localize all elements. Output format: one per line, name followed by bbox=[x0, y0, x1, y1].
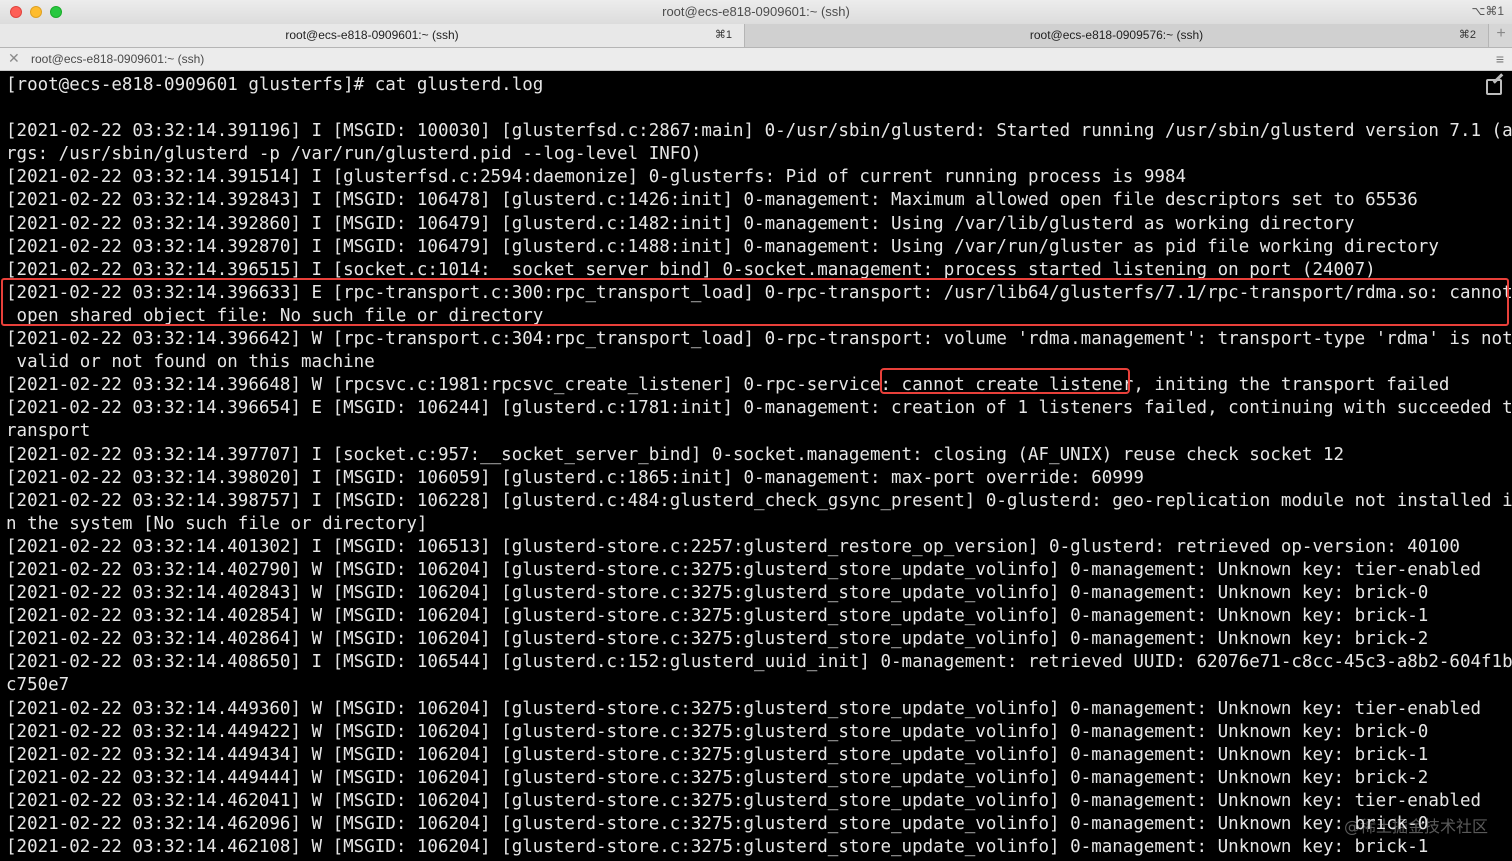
terminal-line: ransport bbox=[6, 421, 91, 442]
terminal-line: [2021-02-22 03:32:14.408650] I [MSGID: 1… bbox=[6, 652, 1512, 673]
listener-highlight-box bbox=[880, 368, 1130, 394]
terminal-line: [2021-02-22 03:32:14.398020] I [MSGID: 1… bbox=[6, 467, 1144, 488]
terminal-line: [2021-02-22 03:32:14.396654] E [MSGID: 1… bbox=[6, 398, 1512, 419]
tab-shortcut: ⌘2 bbox=[1458, 29, 1476, 41]
tab-session-2[interactable]: root@ecs-e818-0909576:~ (ssh) ⌘2 bbox=[745, 24, 1489, 47]
watermark: @稀土掘金技术社区 bbox=[1343, 817, 1488, 836]
terminal-line: [2021-02-22 03:32:14.462108] W [MSGID: 1… bbox=[6, 837, 1429, 858]
terminal-line: [2021-02-22 03:32:14.392870] I [MSGID: 1… bbox=[6, 236, 1439, 257]
terminal-line: [2021-02-22 03:32:14.392860] I [MSGID: 1… bbox=[6, 213, 1355, 234]
terminal-line: [2021-02-22 03:32:14.402843] W [MSGID: 1… bbox=[6, 583, 1429, 604]
error-highlight-box bbox=[1, 278, 1509, 326]
new-tab-button[interactable]: + bbox=[1490, 25, 1512, 43]
terminal-line: [2021-02-22 03:32:14.398757] I [MSGID: 1… bbox=[6, 490, 1512, 511]
session-title: root@ecs-e818-0909601:~ (ssh) bbox=[31, 52, 205, 66]
tab-label: root@ecs-e818-0909601:~ (ssh) bbox=[285, 28, 459, 42]
terminal-line: [2021-02-22 03:32:14.462041] W [MSGID: 1… bbox=[6, 790, 1482, 811]
terminal-line: c750e7 bbox=[6, 675, 70, 696]
window-title: root@ecs-e818-0909601:~ (ssh) bbox=[662, 4, 850, 19]
terminal-line: valid or not found on this machine bbox=[6, 352, 375, 373]
terminal-line: rgs: /usr/sbin/glusterd -p /var/run/glus… bbox=[6, 144, 702, 165]
window-shortcut: ⌥⌘1 bbox=[1471, 4, 1504, 18]
terminal-line: [2021-02-22 03:32:14.402854] W [MSGID: 1… bbox=[6, 606, 1429, 627]
tab-label: root@ecs-e818-0909576:~ (ssh) bbox=[1029, 28, 1204, 42]
session-header: ✕ root@ecs-e818-0909601:~ (ssh) ≡ bbox=[0, 48, 1512, 71]
terminal-line: [2021-02-22 03:32:14.392843] I [MSGID: 1… bbox=[6, 190, 1418, 211]
terminal-line: [2021-02-22 03:32:14.449422] W [MSGID: 1… bbox=[6, 721, 1429, 742]
terminal-line: [2021-02-22 03:32:14.397707] I [socket.c… bbox=[6, 444, 1345, 465]
tab-session-1[interactable]: root@ecs-e818-0909601:~ (ssh) ⌘1 bbox=[0, 24, 745, 47]
edit-icon[interactable] bbox=[1486, 79, 1502, 95]
terminal-line: [2021-02-22 03:32:14.449434] W [MSGID: 1… bbox=[6, 744, 1429, 765]
terminal-line: [root@ecs-e818-0909601 glusterfs]# cat g… bbox=[6, 75, 544, 95]
terminal-line: [2021-02-22 03:32:14.449444] W [MSGID: 1… bbox=[6, 767, 1429, 788]
terminal-line: [2021-02-22 03:32:14.449360] W [MSGID: 1… bbox=[6, 698, 1482, 719]
tab-shortcut: ⌘1 bbox=[714, 29, 732, 41]
terminal-lines: [root@ecs-e818-0909601 glusterfs]# cat g… bbox=[6, 74, 1512, 859]
terminal-output[interactable]: [root@ecs-e818-0909601 glusterfs]# cat g… bbox=[0, 71, 1512, 861]
terminal-line: [2021-02-22 03:32:14.401302] I [MSGID: 1… bbox=[6, 536, 1460, 557]
tab-bar: root@ecs-e818-0909601:~ (ssh) ⌘1 root@ec… bbox=[0, 24, 1512, 48]
terminal-line: [2021-02-22 03:32:14.396648] W [rpcsvc.c… bbox=[6, 375, 1450, 396]
terminal-line: n the system [No such file or directory] bbox=[6, 513, 428, 534]
hamburger-menu-icon[interactable]: ≡ bbox=[1496, 51, 1504, 67]
window-titlebar: root@ecs-e818-0909601:~ (ssh) ⌥⌘1 bbox=[0, 0, 1512, 25]
terminal-line: [2021-02-22 03:32:14.402790] W [MSGID: 1… bbox=[6, 559, 1482, 580]
terminal-line: [2021-02-22 03:32:14.396642] W [rpc-tran… bbox=[6, 329, 1512, 350]
terminal-line: [2021-02-22 03:32:14.391514] I [glusterf… bbox=[6, 167, 1187, 188]
terminal-line: [2021-02-22 03:32:14.402864] W [MSGID: 1… bbox=[6, 629, 1429, 650]
close-session-icon[interactable]: ✕ bbox=[8, 50, 20, 67]
terminal-line: [2021-02-22 03:32:14.391196] I [MSGID: 1… bbox=[6, 121, 1512, 142]
terminal-line: [2021-02-22 03:32:14.462096] W [MSGID: 1… bbox=[6, 814, 1429, 834]
